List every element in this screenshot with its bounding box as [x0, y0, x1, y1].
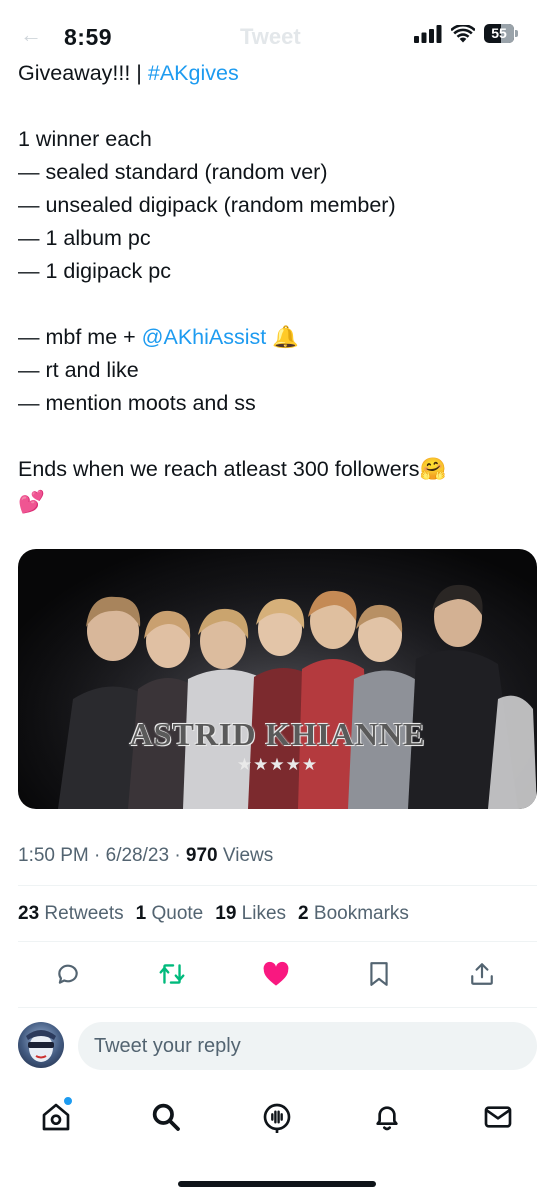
hashtag-link[interactable]: #AKgives	[148, 61, 239, 85]
tweet-media-image[interactable]: ASTRID KHIANNE ★★★★★	[18, 549, 537, 809]
tweet-line: — unsealed digipack (random member)	[18, 189, 538, 222]
tweet-line: — rt and like	[18, 354, 538, 387]
tweet-stats: 23 Retweets 1 Quote 19 Likes 2 Bookmarks	[18, 903, 409, 925]
tweet-line	[18, 288, 538, 321]
stat-likes[interactable]: 19 Likes	[215, 903, 286, 925]
tweet-line	[18, 420, 538, 453]
tweet-line	[18, 90, 538, 123]
wifi-icon	[451, 24, 475, 42]
tweet-text-segment: — 1 digipack pc	[18, 259, 171, 283]
bookmark-button[interactable]	[357, 952, 401, 996]
home-indicator[interactable]	[178, 1181, 376, 1187]
tweet-text-segment: — mbf me +	[18, 325, 142, 349]
reply-input[interactable]	[78, 1022, 537, 1070]
stat-retweets[interactable]: 23 Retweets	[18, 903, 124, 925]
tweet-line: Ends when we reach atleast 300 followers…	[18, 453, 538, 486]
tweet-text-segment: 1 winner each	[18, 127, 152, 151]
notification-dot	[63, 1096, 73, 1106]
tweet-line: — 1 album pc	[18, 222, 538, 255]
notifications-icon	[376, 1106, 398, 1131]
tweet-text-segment: — mention moots and ss	[18, 391, 256, 415]
page-title: Tweet	[240, 24, 301, 49]
watermark-text: ASTRID KHIANNE	[129, 716, 426, 752]
tweet-text-segment: Ends when we reach atleast 300 followers…	[18, 457, 447, 481]
share-icon	[471, 963, 493, 985]
messages-icon	[484, 1106, 512, 1128]
tweet-text: Giveaway!!! | #AKgives 1 winner each — sea…	[18, 57, 538, 519]
tweet-text-segment: — unsealed digipack (random member)	[18, 193, 396, 217]
status-icons: 55	[414, 24, 518, 43]
divider	[18, 885, 537, 886]
status-time: 8:59	[64, 24, 113, 50]
tab-spaces[interactable]	[254, 1094, 300, 1140]
tweet-text-segment: — sealed standard (random ver)	[18, 160, 328, 184]
retweet-icon	[159, 964, 185, 984]
cellular-signal-icon	[414, 24, 442, 43]
divider	[18, 1007, 537, 1008]
views-label: Views	[217, 845, 274, 866]
battery-indicator: 55	[484, 24, 518, 43]
tweet-text-segment: Giveaway!!! |	[18, 61, 148, 85]
tweet-meta: 1:50 PM · 6/28/23 · 970 Views	[18, 845, 273, 867]
tweet-timestamp: 1:50 PM · 6/28/23 ·	[18, 845, 186, 866]
star-rating: ★★★★★	[236, 755, 319, 774]
search-icon	[152, 1103, 180, 1131]
bookmark-icon	[370, 962, 388, 986]
avatar-image	[26, 1030, 56, 1062]
spaces-icon	[263, 1103, 291, 1133]
tweet-line: 💕	[18, 486, 538, 519]
tweet-text-segment: 🔔	[266, 325, 300, 349]
stat-bookmarks[interactable]: 2 Bookmarks	[298, 903, 409, 925]
tab-home[interactable]	[33, 1094, 79, 1140]
tab-notifications[interactable]	[364, 1094, 410, 1140]
back-arrow-icon[interactable]: ←	[20, 22, 42, 48]
tweet-line: 1 winner each	[18, 123, 538, 156]
tweet-actions	[0, 952, 554, 996]
tweet-line: Giveaway!!! | #AKgives	[18, 57, 538, 90]
tab-search[interactable]	[143, 1094, 189, 1140]
retweet-button[interactable]	[150, 952, 194, 996]
reply-icon	[58, 964, 78, 984]
like-button[interactable]	[254, 952, 298, 996]
views-count: 970	[185, 845, 218, 866]
bottom-tab-bar	[0, 1094, 554, 1140]
tweet-line: — sealed standard (random ver)	[18, 156, 538, 189]
reply-button[interactable]	[46, 952, 90, 996]
mention-link[interactable]: @AKhiAssist	[142, 325, 267, 349]
avatar[interactable]	[18, 1022, 64, 1068]
divider	[18, 941, 537, 942]
tweet-line: — 1 digipack pc	[18, 255, 538, 288]
tweet-text-segment: 💕	[18, 490, 45, 514]
tweet-text-segment: — rt and like	[18, 358, 139, 382]
share-button[interactable]	[460, 952, 504, 996]
tweet-line: — mention moots and ss	[18, 387, 538, 420]
stat-quotes[interactable]: 1 Quote	[136, 903, 204, 925]
tab-messages[interactable]	[475, 1094, 521, 1140]
tweet-text-segment: — 1 album pc	[18, 226, 151, 250]
tweet-line: — mbf me + @AKhiAssist 🔔	[18, 321, 538, 354]
heart-filled-icon	[263, 961, 289, 986]
battery-level: 55	[491, 25, 507, 41]
